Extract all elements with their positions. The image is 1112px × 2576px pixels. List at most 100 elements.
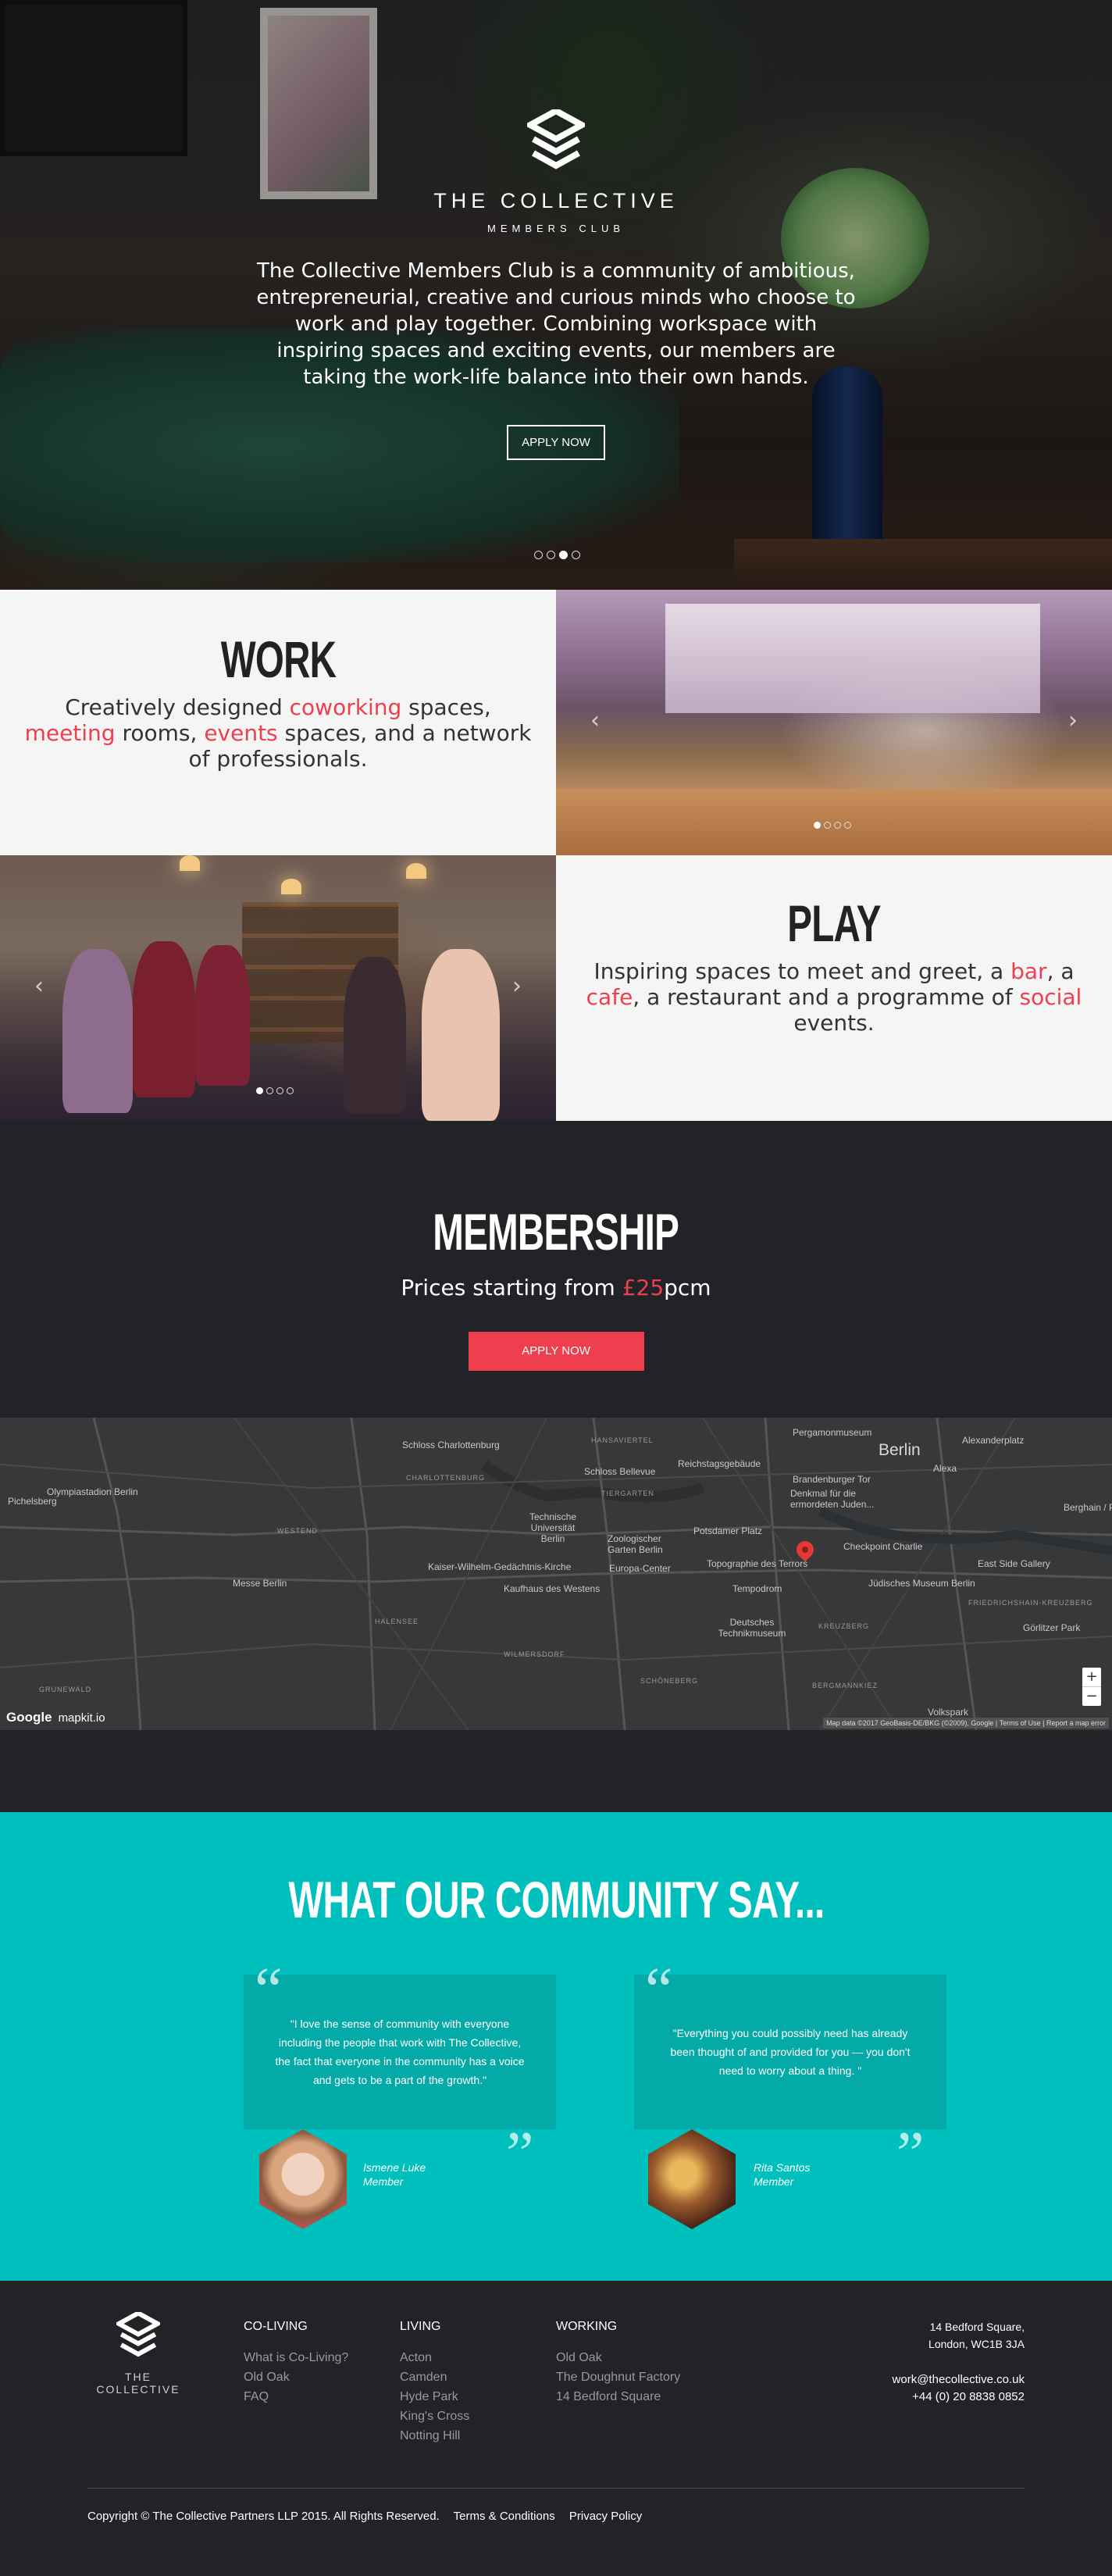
address-line-2: London, WC1B 3JA [928,2338,1025,2350]
map-label: Volkspark [928,1707,969,1718]
site-footer: THE COLLECTIVE CO-LIVING What is Co-Livi… [0,2281,1112,2568]
work-title: WORK [220,630,336,688]
play-text: , a [1046,958,1075,984]
play-text: events. [793,1010,875,1036]
map-label: Jüdisches Museum Berlin [868,1578,975,1589]
membership-price: Prices starting from £25pcm [0,1275,1112,1300]
section-spacer [0,1730,1112,1812]
carousel-dot[interactable] [276,1087,283,1094]
testimonials-section: WHAT OUR COMMUNITY SAY... “ "I love the … [0,1812,1112,2281]
address-line-1: 14 Bedford Square, [929,2321,1025,2333]
carousel-dot-1[interactable] [534,551,543,559]
play-image-lamp [281,879,301,894]
play-image-person [422,949,500,1121]
footer-link[interactable]: FAQ [244,2387,348,2407]
work-carousel-image: ‹ › [556,590,1112,855]
chevron-left-icon[interactable]: ‹ [590,707,600,734]
play-carousel-dots [256,1087,294,1094]
events-link[interactable]: events [204,720,277,746]
hero-apply-button[interactable]: APPLY NOW [507,425,605,460]
meeting-link[interactable]: meeting [25,720,116,746]
carousel-dot[interactable] [814,822,821,829]
play-image-person [133,941,195,1097]
copyright-text: Copyright © The Collective Partners LLP … [87,2510,440,2523]
price-suffix: pcm [664,1275,711,1300]
zoom-out-button[interactable]: − [1082,1687,1101,1706]
google-logo[interactable]: Google [6,1710,52,1725]
bar-link[interactable]: bar [1010,958,1046,984]
terms-link[interactable]: Terms & Conditions [454,2510,555,2523]
play-panel: PLAY Inspiring spaces to meet and greet,… [556,855,1112,1121]
map-label: Potsdamer Platz [693,1525,763,1536]
social-link[interactable]: social [1020,984,1082,1010]
footer-column-title: LIVING [400,2320,441,2333]
chevron-right-icon[interactable]: › [512,972,522,1000]
play-image-person [62,949,133,1113]
collective-logo-icon [113,2310,163,2357]
carousel-dot-3[interactable] [559,551,568,559]
footer-column-coliving: CO-LIVING What is Co-Living? Old Oak FAQ [244,2320,348,2407]
carousel-dot[interactable] [824,822,831,829]
map-branding: Google mapkit.io [6,1710,105,1725]
location-map[interactable]: Schloss Charlottenburg HANSAVIERTEL Perg… [0,1418,1112,1730]
map-label: Görlitzer Park [1023,1622,1081,1633]
map-label: Messe Berlin [233,1578,287,1589]
privacy-link[interactable]: Privacy Policy [569,2510,642,2523]
author-name: Ismene Luke [363,2161,426,2174]
footer-link[interactable]: The Doughnut Factory [556,2367,680,2387]
footer-link[interactable]: Old Oak [556,2348,680,2367]
chevron-right-icon[interactable]: › [1068,707,1078,734]
mapkit-link[interactable]: mapkit.io [59,1711,105,1725]
map-label: Deutsches Technikmuseum [718,1617,786,1639]
footer-logo[interactable]: THE COLLECTIVE [87,2310,189,2396]
work-carousel-dots [814,822,851,829]
carousel-dot[interactable] [266,1087,273,1094]
quote-open-icon: “ [645,1956,673,2025]
footer-link[interactable]: Old Oak [244,2367,348,2387]
footer-link[interactable]: 14 Bedford Square [556,2387,680,2407]
footer-link[interactable]: Acton [400,2348,469,2367]
carousel-dot[interactable] [256,1087,263,1094]
map-label: FRIEDRICHSHAIN-KREUZBERG [968,1599,1093,1607]
footer-column-title: CO-LIVING [244,2320,308,2333]
chevron-left-icon[interactable]: ‹ [34,972,44,1000]
map-label: Reichstagsgebäude [678,1458,761,1469]
footer-link[interactable]: Notting Hill [400,2426,469,2446]
map-label: Topographie des Terrors [707,1558,808,1569]
coworking-link[interactable]: coworking [290,694,402,720]
footer-link[interactable]: Camden [400,2367,469,2387]
footer-link[interactable]: Hyde Park [400,2387,469,2407]
testimonial-author: Ismene Luke Member [363,2160,426,2189]
carousel-dot-4[interactable] [572,551,580,559]
membership-title: MEMBERSHIP [433,1203,680,1261]
footer-link[interactable]: King's Cross [400,2407,469,2426]
map-label: GRUNEWALD [39,1686,92,1693]
contact-phone[interactable]: +44 (0) 20 8838 0852 [893,2389,1025,2406]
hero-description: The Collective Members Club is a communi… [256,259,856,389]
contact-email[interactable]: work@thecollective.co.uk [893,2371,1025,2389]
cafe-link[interactable]: cafe [586,984,633,1010]
carousel-dot-2[interactable] [547,551,555,559]
map-label: BERGMANNKIEZ [812,1682,879,1689]
testimonial-author: Rita Santos Member [754,2160,810,2189]
map-label: Checkpoint Charlie [843,1541,923,1552]
play-text: Inspiring spaces to meet and greet, a [593,958,1011,984]
play-text: , a restaurant and a programme of [633,984,1020,1010]
testimonial-quote: "Everything you could possibly need has … [634,1975,946,2129]
membership-apply-button[interactable]: APPLY NOW [468,1332,644,1371]
membership-section: MEMBERSHIP Prices starting from £25pcm A… [0,1121,1112,1418]
play-image-person [344,957,406,1113]
zoom-in-button[interactable]: + [1082,1668,1101,1687]
map-label: CHARLOTTENBURG [406,1474,486,1482]
collective-logo-icon[interactable] [523,107,589,172]
price-prefix: Prices starting from [401,1275,622,1300]
carousel-dot[interactable] [834,822,841,829]
play-carousel-image: ‹ › [0,855,556,1121]
footer-link[interactable]: What is Co-Living? [244,2348,348,2367]
map-attribution[interactable]: Map data ©2017 GeoBasis-DE/BKG (©2009), … [823,1718,1109,1729]
map-label: WILMERSDORF [504,1650,565,1658]
carousel-dot[interactable] [844,822,851,829]
carousel-dot[interactable] [287,1087,294,1094]
map-label: Berghain / Pa [1064,1502,1112,1513]
footer-column-title: WORKING [556,2320,618,2333]
